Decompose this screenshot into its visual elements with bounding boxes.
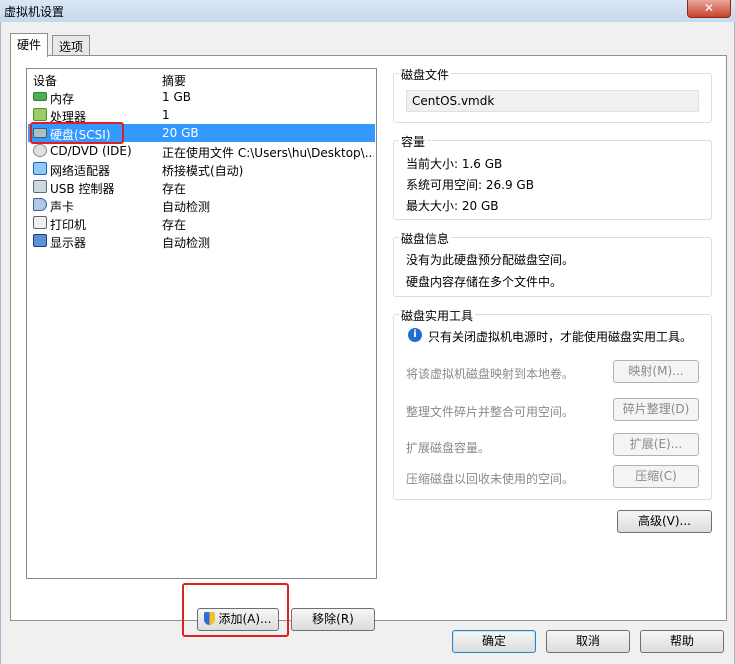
device-row-display[interactable]: 显示器 自动检测	[28, 232, 375, 250]
monitor-icon	[33, 234, 47, 247]
disk-info-line-2: 硬盘内容存储在多个文件中。	[406, 275, 563, 289]
device-name: CD/DVD (IDE)	[50, 144, 132, 158]
device-list: 设备 摘要 内存 1 GB 处理器 1 硬盘(SCSI) 20 GB CD/DV…	[26, 68, 377, 579]
memory-icon	[33, 92, 47, 101]
disk-file-group: 磁盘文件 CentOS.vmdk	[393, 66, 712, 123]
speaker-icon	[33, 198, 47, 211]
device-summary: 自动检测	[162, 236, 211, 250]
defragment-button[interactable]: 碎片整理(D)	[613, 398, 699, 421]
printer-icon	[33, 216, 47, 229]
window-title: 虚拟机设置	[4, 5, 65, 19]
title-bar: 虚拟机设置 ✕	[0, 0, 735, 22]
usb-icon	[33, 180, 47, 193]
capacity-group: 容量 当前大小: 1.6 GB 系统可用空间: 26.9 GB 最大大小: 20…	[393, 133, 712, 220]
advanced-button[interactable]: 高级(V)...	[617, 510, 712, 533]
capacity-title: 容量	[399, 133, 428, 150]
disk-utilities-title: 磁盘实用工具	[399, 307, 476, 324]
tab-hardware[interactable]: 硬件	[10, 33, 49, 57]
disk-info-title: 磁盘信息	[399, 230, 452, 247]
processor-icon	[33, 108, 47, 121]
device-summary: 正在使用文件 C:\Users\hu\Desktop\...	[162, 146, 374, 160]
device-summary: 20 GB	[162, 126, 199, 140]
device-row-printer[interactable]: 打印机 存在	[28, 214, 375, 232]
device-summary: 1	[162, 108, 170, 122]
hardware-panel: 设备 摘要 内存 1 GB 处理器 1 硬盘(SCSI) 20 GB CD/DV…	[10, 55, 727, 637]
network-adapter-icon	[33, 162, 47, 175]
utilities-note: 只有关闭虚拟机电源时，才能使用磁盘实用工具。	[428, 330, 693, 344]
close-button[interactable]: ✕	[687, 0, 731, 18]
device-row-usb-controller[interactable]: USB 控制器 存在	[28, 178, 375, 196]
column-header-summary[interactable]: 摘要	[162, 72, 186, 89]
cd-dvd-icon	[33, 144, 47, 157]
device-row-memory[interactable]: 内存 1 GB	[28, 88, 375, 106]
map-button[interactable]: 映射(M)...	[613, 360, 699, 383]
tab-options[interactable]: 选项	[52, 35, 91, 56]
device-name: USB 控制器	[50, 182, 115, 196]
device-name: 声卡	[50, 200, 75, 214]
compact-button[interactable]: 压缩(C)	[613, 465, 699, 488]
expand-description: 扩展磁盘容量。	[406, 441, 491, 455]
device-summary: 存在	[162, 218, 187, 232]
device-summary: 自动检测	[162, 200, 211, 214]
disk-utilities-group: 磁盘实用工具 i 只有关闭虚拟机电源时，才能使用磁盘实用工具。 将该虚拟机磁盘映…	[393, 307, 712, 500]
column-header-device[interactable]: 设备	[33, 72, 57, 89]
highlight-annotation	[182, 583, 289, 637]
device-summary: 1 GB	[162, 90, 191, 104]
disk-file-title: 磁盘文件	[399, 66, 452, 83]
highlight-annotation	[30, 122, 124, 144]
compact-description: 压缩磁盘以回收未使用的空间。	[406, 472, 575, 486]
device-name: 显示器	[50, 236, 87, 250]
device-row-sound-card[interactable]: 声卡 自动检测	[28, 196, 375, 214]
expand-button[interactable]: 扩展(E)...	[613, 433, 699, 456]
device-name: 网络适配器	[50, 164, 111, 178]
ok-button[interactable]: 确定	[452, 630, 536, 653]
device-row-cd-dvd[interactable]: CD/DVD (IDE) 正在使用文件 C:\Users\hu\Desktop\…	[28, 142, 375, 160]
max-size: 最大大小: 20 GB	[406, 199, 499, 213]
settings-window: 硬件 选项 设备 摘要 内存 1 GB 处理器 1 硬盘(SCSI) 20 GB	[0, 22, 735, 664]
disk-file-field[interactable]: CentOS.vmdk	[406, 90, 699, 112]
device-summary: 桥接模式(自动)	[162, 164, 244, 178]
disk-info-line-1: 没有为此硬盘预分配磁盘空间。	[406, 253, 575, 267]
device-summary: 存在	[162, 182, 187, 196]
info-icon: i	[408, 328, 422, 342]
defrag-description: 整理文件碎片并整合可用空间。	[406, 405, 575, 419]
device-list-header: 设备 摘要	[27, 69, 376, 89]
map-description: 将该虚拟机磁盘映射到本地卷。	[406, 367, 575, 381]
device-name: 打印机	[50, 218, 87, 232]
remove-device-button[interactable]: 移除(R)	[291, 608, 375, 631]
current-size: 当前大小: 1.6 GB	[406, 157, 503, 171]
device-name: 内存	[50, 92, 75, 106]
available-space: 系统可用空间: 26.9 GB	[406, 178, 534, 192]
device-row-network-adapter[interactable]: 网络适配器 桥接模式(自动)	[28, 160, 375, 178]
disk-info-group: 磁盘信息 没有为此硬盘预分配磁盘空间。 硬盘内容存储在多个文件中。	[393, 230, 712, 297]
cancel-button[interactable]: 取消	[546, 630, 630, 653]
help-button[interactable]: 帮助	[640, 630, 724, 653]
